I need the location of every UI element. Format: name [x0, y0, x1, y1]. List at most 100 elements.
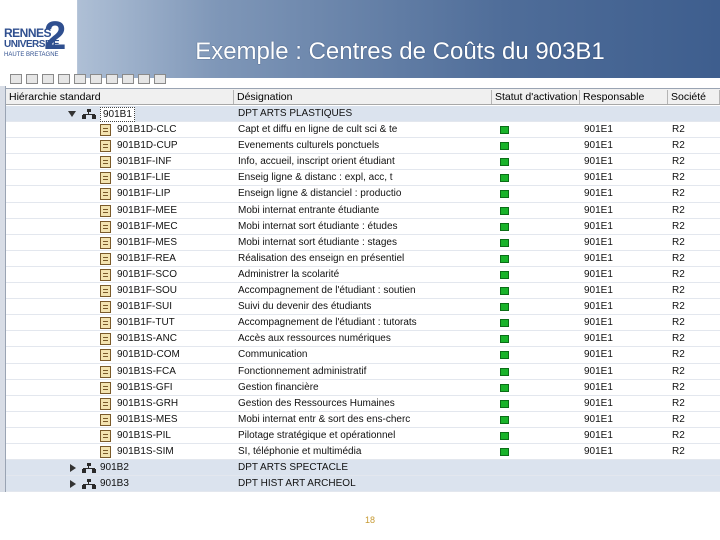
slide-header: RENNES UNIVERSITÉ 2 HAUTE BRETAGNE Exemp… [0, 0, 720, 78]
cost-center-row[interactable]: 901B1D-CUP Evenements culturels ponctuels… [6, 138, 720, 155]
active-status-icon [500, 431, 509, 440]
toolbar-button[interactable] [10, 74, 22, 84]
cost-center-icon [100, 236, 111, 249]
logo-subtitle: HAUTE BRETAGNE [4, 52, 59, 58]
cost-center-row[interactable]: 901B1F-TUT Accompagnement de l'étudiant :… [6, 315, 720, 332]
toolbar-button[interactable] [154, 74, 166, 84]
column-header-responsable[interactable]: Responsable [580, 90, 668, 104]
status-cell [492, 331, 580, 347]
cost-center-code: 901B1F-LIE [117, 172, 171, 184]
expand-triangle-icon[interactable] [70, 480, 76, 489]
status-cell [492, 299, 580, 315]
responsable-cell: 901E1 [584, 285, 613, 297]
active-status-icon [500, 174, 509, 183]
hierarchy-node-icon [82, 109, 96, 119]
responsable-cell: 901E1 [584, 220, 613, 232]
cost-center-row[interactable]: 901B1F-LIP Enseign ligne & distanciel : p… [6, 186, 720, 203]
table-header: Hiérarchie standard Désignation Statut d… [6, 89, 720, 105]
societe-cell: R2 [672, 285, 685, 297]
root-node-code: 901B1 [100, 107, 135, 122]
collapse-triangle-icon[interactable] [68, 111, 76, 117]
cost-center-row[interactable]: 901B1S-SIM SI, téléphonie et multimédia 90… [6, 444, 720, 461]
societe-cell: R2 [672, 317, 685, 329]
cost-center-code: 901B1F-INF [117, 156, 172, 168]
responsable-cell: 901E1 [584, 188, 613, 200]
societe-cell: R2 [672, 349, 685, 361]
cost-center-designation: SI, téléphonie et multimédia [238, 445, 362, 457]
tree-sibling-row[interactable]: 901B3 DPT HIST ART ARCHEOL [6, 476, 720, 493]
toolbar-button[interactable] [58, 74, 70, 84]
column-header-hierarchy[interactable]: Hiérarchie standard [6, 90, 234, 104]
toolbar-button[interactable] [74, 74, 86, 84]
cost-center-row[interactable]: 901B1S-FCA Fonctionnement administratif 90… [6, 364, 720, 380]
cost-center-row[interactable]: 901B1F-SCO Administrer la scolarité 901E1 R… [6, 267, 720, 284]
sibling-node-code: 901B2 [100, 462, 129, 474]
cost-center-row[interactable]: 901B1S-ANC Accès aux ressources numérique… [6, 331, 720, 348]
active-status-icon [500, 270, 509, 279]
tree-root-row[interactable]: 901B1 DPT ARTS PLASTIQUES [6, 106, 720, 123]
cost-center-designation: Gestion financière [238, 381, 319, 393]
cost-center-row[interactable]: 901B1S-PIL Pilotage stratégique et opérat… [6, 428, 720, 444]
societe-cell: R2 [672, 172, 685, 184]
cost-center-code: 901B1F-REA [117, 252, 176, 264]
cost-center-code: 901B1S-GRH [117, 397, 179, 409]
cost-center-row[interactable]: 901B1F-MEE Mobi internat entrante étudian… [6, 203, 720, 219]
responsable-cell: 901E1 [584, 156, 613, 168]
cost-center-code: 901B1F-TUT [117, 317, 175, 329]
status-cell [492, 380, 580, 396]
cost-center-row[interactable]: 901B1F-SOU Accompagnement de l'étudiant :… [6, 283, 720, 300]
toolbar-button[interactable] [106, 74, 118, 84]
cost-center-row[interactable]: 901B1S-MES Mobi internat entr & sort des … [6, 412, 720, 428]
active-status-icon [500, 158, 509, 167]
cost-center-row[interactable]: 901B1D-COM Communication 901E1 R2 [6, 347, 720, 364]
cost-center-row[interactable]: 901B1F-SUI Suivi du devenir des étudiants… [6, 299, 720, 316]
cost-center-row[interactable]: 901B1S-GRH Gestion des Ressources Humaine… [6, 396, 720, 412]
column-header-societe[interactable]: Société [668, 90, 720, 104]
tree-cell: 901B1F-SUI [6, 299, 234, 315]
tree-cell: 901B1S-GRH [6, 396, 234, 412]
active-status-icon [500, 287, 509, 296]
tree-sibling-row[interactable]: 901B2 DPT ARTS SPECTACLE [6, 460, 720, 477]
responsable-cell: 901E1 [584, 140, 613, 152]
toolbar-button[interactable] [90, 74, 102, 84]
column-header-designation[interactable]: Désignation [234, 90, 492, 104]
cost-center-tree-table: Hiérarchie standard Désignation Statut d… [6, 88, 720, 493]
tree-cell: 901B1D-COM [6, 347, 234, 363]
societe-cell: R2 [672, 204, 685, 216]
cost-center-row[interactable]: 901B1F-MEC Mobi internat sort étudiante :… [6, 219, 720, 235]
cost-center-row[interactable]: 901B1F-INF Info, accueil, inscript orient… [6, 154, 720, 171]
tree-cell: 901B1F-MEE [6, 203, 234, 219]
column-header-status[interactable]: Statut d'activation [492, 90, 580, 104]
status-cell [492, 219, 580, 235]
societe-cell: R2 [672, 268, 685, 280]
active-status-icon [500, 447, 509, 456]
tree-cell: 901B1F-MES [6, 235, 234, 251]
status-cell [492, 154, 580, 170]
cost-center-row[interactable]: 901B1D-CLC Capt et diffu en ligne de cult… [6, 122, 720, 139]
expand-triangle-icon[interactable] [70, 464, 76, 473]
cost-center-row[interactable]: 901B1F-REA Réalisation des enseign en pré… [6, 251, 720, 267]
tree-cell: 901B1F-LIP [6, 186, 234, 202]
cost-center-row[interactable]: 901B1S-GFI Gestion financière 901E1 R2 [6, 380, 720, 396]
active-status-icon [500, 367, 509, 376]
cost-center-row[interactable]: 901B1F-LIE Enseig ligne & distanc : expl,… [6, 170, 720, 187]
cost-center-icon [100, 268, 111, 281]
active-status-icon [500, 238, 509, 247]
toolbar-button[interactable] [122, 74, 134, 84]
cost-center-code: 901B1D-COM [117, 349, 180, 361]
cost-center-icon [100, 333, 111, 346]
status-cell [492, 138, 580, 154]
status-cell [492, 347, 580, 363]
status-cell [492, 235, 580, 251]
toolbar-button[interactable] [42, 74, 54, 84]
societe-cell: R2 [672, 156, 685, 168]
societe-cell: R2 [672, 301, 685, 313]
cost-center-row[interactable]: 901B1F-MES Mobi internat sort étudiante :… [6, 235, 720, 251]
cost-center-designation: Mobi internat sort étudiante : stages [238, 236, 397, 248]
toolbar-button[interactable] [26, 74, 38, 84]
cost-center-code: 901B1D-CUP [117, 140, 178, 152]
toolbar-button[interactable] [138, 74, 150, 84]
active-status-icon [500, 335, 509, 344]
societe-cell: R2 [672, 397, 685, 409]
sap-toolbar [0, 72, 320, 86]
